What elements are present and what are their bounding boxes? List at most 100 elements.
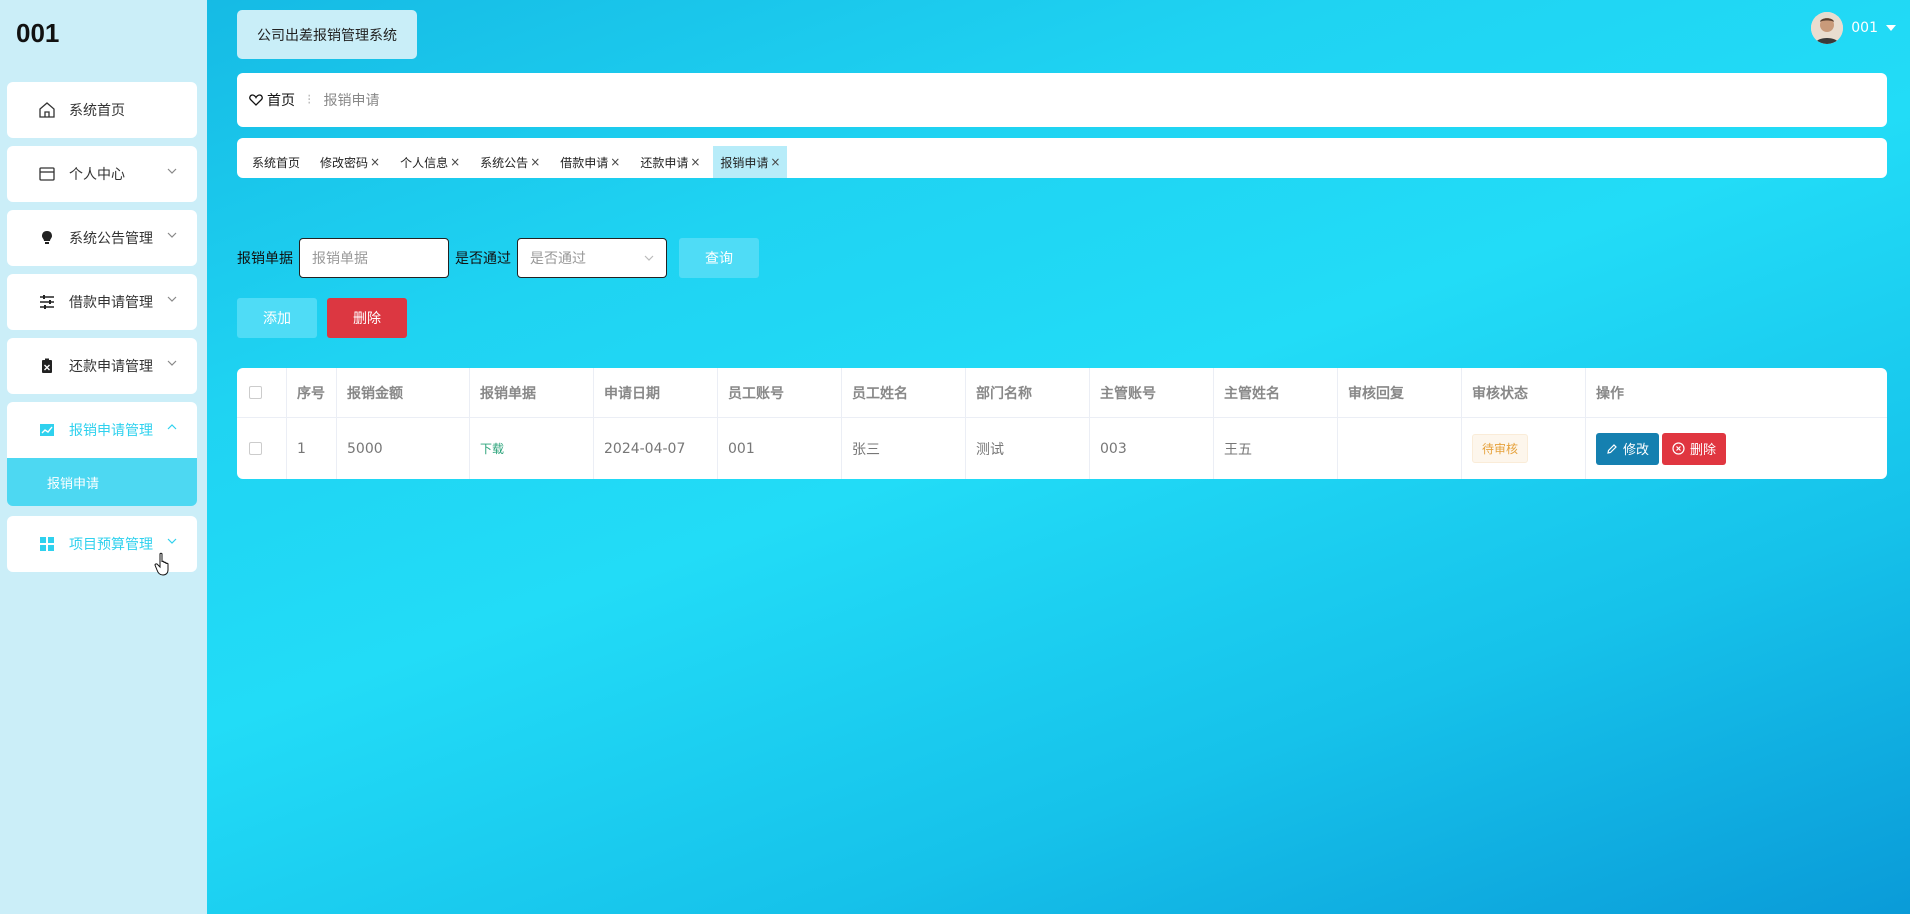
cell-index: 1 (287, 418, 337, 479)
breadcrumb-home-label: 首页 (267, 93, 295, 109)
sidebar-item-home[interactable]: 系统首页 (7, 82, 197, 138)
query-button[interactable]: 查询 (679, 238, 759, 278)
sidebar-item-reimbursement[interactable]: 报销申请管理 (7, 402, 197, 458)
doc-search-input[interactable]: 报销单据 (299, 238, 449, 278)
tab-label: 个人信息 (400, 155, 449, 170)
row-checkbox[interactable] (249, 442, 262, 455)
cell-reply (1338, 418, 1462, 479)
clipboard-x-icon (37, 356, 57, 376)
table-header: 部门名称 (966, 368, 1090, 417)
sidebar-item-announcement[interactable]: 系统公告管理 (7, 210, 197, 266)
bulb-icon (37, 228, 57, 248)
close-icon[interactable]: × (770, 155, 780, 169)
edit-label: 修改 (1623, 443, 1650, 458)
chevron-down-icon (167, 232, 177, 238)
table-header: 报销金额 (337, 368, 470, 417)
tab-repayment-apply[interactable]: 还款申请 × (633, 146, 707, 178)
close-icon[interactable]: × (690, 155, 700, 169)
sidebar-item-label: 系统公告管理 (69, 231, 153, 247)
close-icon[interactable]: × (450, 155, 460, 169)
tab-label: 报销申请 (720, 155, 769, 170)
data-table: 序号 报销金额 报销单据 申请日期 员工账号 员工姓名 部门名称 主管账号 主管… (237, 368, 1887, 479)
grid-icon (37, 534, 57, 554)
cell-document: 下载 (470, 418, 594, 479)
chevron-down-icon (167, 538, 177, 544)
tab-label: 借款申请 (560, 155, 609, 170)
sidebar: 001 系统首页 个人中心 系统公告管理 借款申请管理 还款申请管理 报销申请管… (0, 0, 207, 914)
tab-announcement[interactable]: 系统公告 × (473, 146, 547, 178)
tab-label: 修改密码 (320, 155, 369, 170)
sidebar-item-loan[interactable]: 借款申请管理 (7, 274, 197, 330)
cell-amount: 5000 (337, 418, 470, 479)
circle-x-icon (1672, 442, 1685, 455)
sidebar-menu: 系统首页 个人中心 系统公告管理 借款申请管理 还款申请管理 报销申请管理 报销… (7, 82, 197, 580)
user-name: 001 (1851, 20, 1878, 36)
table-header: 申请日期 (594, 368, 718, 417)
delete-button[interactable]: 删除 (327, 298, 407, 338)
doc-label: 报销单据 (237, 251, 293, 267)
table-header: 主管姓名 (1214, 368, 1338, 417)
close-icon[interactable]: × (610, 155, 620, 169)
table-header: 序号 (287, 368, 337, 417)
tab-change-password[interactable]: 修改密码 × (313, 146, 387, 178)
home-icon (37, 100, 57, 120)
table-header-row: 序号 报销金额 报销单据 申请日期 员工账号 员工姓名 部门名称 主管账号 主管… (237, 368, 1887, 418)
avatar (1811, 12, 1844, 44)
card-icon (37, 164, 57, 184)
chevron-down-icon (167, 360, 177, 366)
chevron-down-icon (644, 255, 654, 261)
user-menu[interactable]: 001 (1811, 12, 1896, 44)
tab-personal-info[interactable]: 个人信息 × (393, 146, 467, 178)
sidebar-item-label: 项目预算管理 (69, 537, 153, 553)
table-header: 审核回复 (1338, 368, 1462, 417)
chevron-down-icon (167, 168, 177, 174)
sidebar-item-personal[interactable]: 个人中心 (7, 146, 197, 202)
pass-label: 是否通过 (455, 251, 511, 267)
sidebar-item-label: 系统首页 (69, 103, 125, 119)
sliders-icon (37, 292, 57, 312)
system-title: 公司出差报销管理系统 (237, 10, 417, 59)
search-bar: 报销单据 报销单据 是否通过 是否通过 查询 (237, 238, 759, 278)
tab-label: 系统公告 (480, 155, 529, 170)
cell-status: 待审核 (1462, 418, 1586, 479)
sidebar-item-repayment[interactable]: 还款申请管理 (7, 338, 197, 394)
table-header: 员工账号 (718, 368, 842, 417)
row-delete-button[interactable]: 删除 (1662, 432, 1727, 465)
chevron-down-icon (167, 296, 177, 302)
doc-placeholder: 报销单据 (312, 251, 368, 267)
pass-select[interactable]: 是否通过 (517, 238, 667, 278)
tab-loan-apply[interactable]: 借款申请 × (553, 146, 627, 178)
add-button[interactable]: 添加 (237, 298, 317, 338)
breadcrumb: 首页 ⁝ 报销申请 (237, 73, 1887, 127)
sidebar-item-label: 报销申请管理 (69, 423, 153, 439)
sidebar-subitem-reimbursement-apply[interactable]: 报销申请 (7, 458, 197, 506)
caret-down-icon (1886, 25, 1896, 31)
cell-emp-account: 001 (718, 418, 842, 479)
sidebar-item-label: 个人中心 (69, 167, 125, 183)
hand-cursor-icon (154, 552, 169, 576)
select-all-checkbox[interactable] (249, 386, 262, 399)
cell-operations: 修改 删除 (1586, 418, 1887, 479)
tab-home[interactable]: 系统首页 (245, 146, 307, 178)
tab-label: 系统首页 (252, 155, 301, 170)
heart-icon (249, 94, 263, 106)
status-badge: 待审核 (1472, 434, 1529, 463)
sidebar-item-label: 借款申请管理 (69, 295, 153, 311)
edit-button[interactable]: 修改 (1596, 432, 1660, 465)
table-row: 1 5000 下载 2024-04-07 001 张三 测试 003 王五 待审… (237, 418, 1887, 479)
action-bar: 添加 删除 (237, 298, 407, 338)
tabs-bar: 系统首页 修改密码 × 个人信息 × 系统公告 × 借款申请 × 还款申请 × 报销申请 × (237, 138, 1887, 178)
table-header: 报销单据 (470, 368, 594, 417)
cell-mgr-name: 王五 (1214, 418, 1338, 479)
close-icon[interactable]: × (530, 155, 540, 169)
cell-date: 2024-04-07 (594, 418, 718, 479)
breadcrumb-home[interactable]: 首页 (249, 90, 295, 110)
tab-label: 还款申请 (640, 155, 689, 170)
breadcrumb-current: 报销申请 (323, 93, 380, 109)
close-icon[interactable]: × (370, 155, 380, 169)
cell-emp-name: 张三 (842, 418, 966, 479)
tab-reimbursement-apply[interactable]: 报销申请 × (713, 146, 788, 178)
cell-mgr-account: 003 (1090, 418, 1214, 479)
download-link[interactable]: 下载 (480, 440, 504, 457)
cell-dept: 测试 (966, 418, 1090, 479)
